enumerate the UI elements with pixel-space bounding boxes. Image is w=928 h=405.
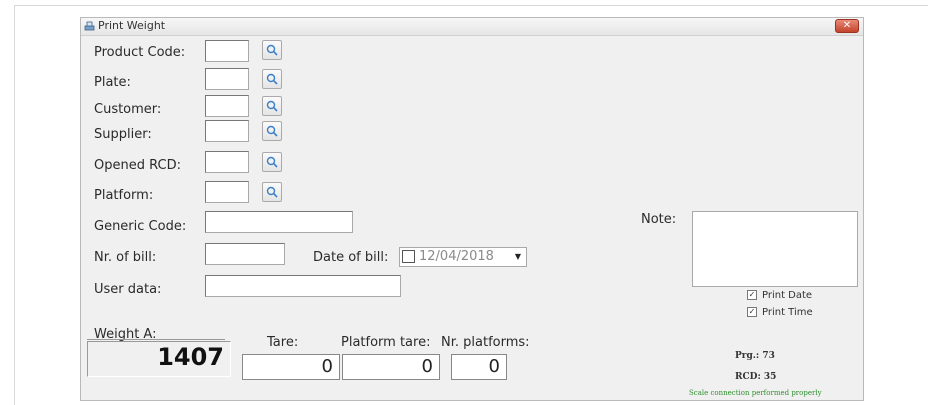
weight-a-display: 1407 bbox=[87, 341, 231, 377]
tare-label: Tare: bbox=[267, 335, 299, 350]
nr-platforms-value: 0 bbox=[488, 356, 500, 377]
user-data-label: User data: bbox=[94, 282, 162, 297]
platform-field[interactable] bbox=[205, 181, 249, 203]
search-icon bbox=[266, 186, 278, 198]
user-data-field[interactable] bbox=[205, 275, 401, 297]
customer-label: Customer: bbox=[94, 102, 162, 117]
plate-label: Plate: bbox=[94, 75, 131, 90]
supplier-label: Supplier: bbox=[94, 127, 152, 142]
rcd-info: RCD: 35 bbox=[735, 372, 777, 382]
search-icon bbox=[266, 100, 278, 112]
platform-tare-label: Platform tare: bbox=[341, 335, 431, 350]
print-date-option[interactable]: ✓ Print Date bbox=[747, 290, 812, 301]
generic-code-field[interactable] bbox=[205, 211, 353, 233]
note-textarea[interactable] bbox=[692, 211, 858, 287]
platform-label: Platform: bbox=[94, 188, 154, 203]
product-code-search-button[interactable] bbox=[262, 40, 282, 60]
date-of-bill-value: 12/04/2018 bbox=[419, 249, 494, 264]
page-frame-top bbox=[14, 5, 928, 6]
plate-search-button[interactable] bbox=[262, 69, 282, 89]
nr-platforms-label: Nr. platforms: bbox=[441, 335, 530, 350]
plate-field[interactable] bbox=[205, 68, 249, 90]
date-of-bill-picker[interactable]: 12/04/2018 ▼ bbox=[399, 247, 527, 267]
date-of-bill-label: Date of bill: bbox=[313, 250, 389, 265]
supplier-search-button[interactable] bbox=[262, 121, 282, 141]
supplier-field[interactable] bbox=[205, 120, 249, 142]
print-time-option[interactable]: ✓ Print Time bbox=[747, 307, 813, 318]
opened-rcd-field[interactable] bbox=[205, 151, 249, 173]
nr-platforms-field[interactable]: 0 bbox=[451, 354, 507, 380]
page-frame-left bbox=[14, 5, 15, 405]
prg-info: Prg.: 73 bbox=[735, 351, 775, 361]
opened-rcd-search-button[interactable] bbox=[262, 152, 282, 172]
print-date-label: Print Date bbox=[762, 290, 813, 301]
platform-tare-value: 0 bbox=[421, 356, 433, 377]
platform-search-button[interactable] bbox=[262, 182, 282, 202]
platform-tare-field[interactable]: 0 bbox=[342, 354, 440, 380]
weight-separator bbox=[87, 339, 225, 340]
nr-of-bill-label: Nr. of bill: bbox=[94, 250, 157, 265]
generic-code-label: Generic Code: bbox=[94, 219, 187, 234]
tare-field[interactable]: 0 bbox=[242, 354, 340, 380]
window-title: Print Weight bbox=[98, 19, 166, 32]
scale-icon bbox=[84, 21, 95, 31]
print-date-checkbox[interactable]: ✓ bbox=[747, 290, 757, 300]
opened-rcd-label: Opened RCD: bbox=[94, 158, 181, 173]
product-code-field[interactable] bbox=[205, 40, 249, 62]
date-of-bill-checkbox[interactable] bbox=[402, 250, 415, 263]
tare-value: 0 bbox=[321, 356, 333, 377]
dropdown-arrow-icon[interactable]: ▼ bbox=[512, 250, 524, 264]
close-button[interactable]: ✕ bbox=[835, 19, 859, 33]
print-time-checkbox[interactable]: ✓ bbox=[747, 307, 757, 317]
search-icon bbox=[266, 73, 278, 85]
note-label: Note: bbox=[641, 212, 677, 227]
product-code-label: Product Code: bbox=[94, 45, 186, 60]
print-time-label: Print Time bbox=[762, 307, 813, 318]
customer-field[interactable] bbox=[205, 95, 249, 117]
print-weight-window: Print Weight ✕ Product Code: Plate: Cust… bbox=[80, 17, 864, 401]
customer-search-button[interactable] bbox=[262, 96, 282, 116]
search-icon bbox=[266, 44, 278, 56]
nr-of-bill-field[interactable] bbox=[205, 243, 285, 265]
scale-status-text: Scale connection performed properly bbox=[689, 389, 822, 397]
weight-a-value: 1407 bbox=[157, 343, 224, 371]
search-icon bbox=[266, 156, 278, 168]
search-icon bbox=[266, 125, 278, 137]
title-bar[interactable]: Print Weight ✕ bbox=[81, 18, 863, 36]
